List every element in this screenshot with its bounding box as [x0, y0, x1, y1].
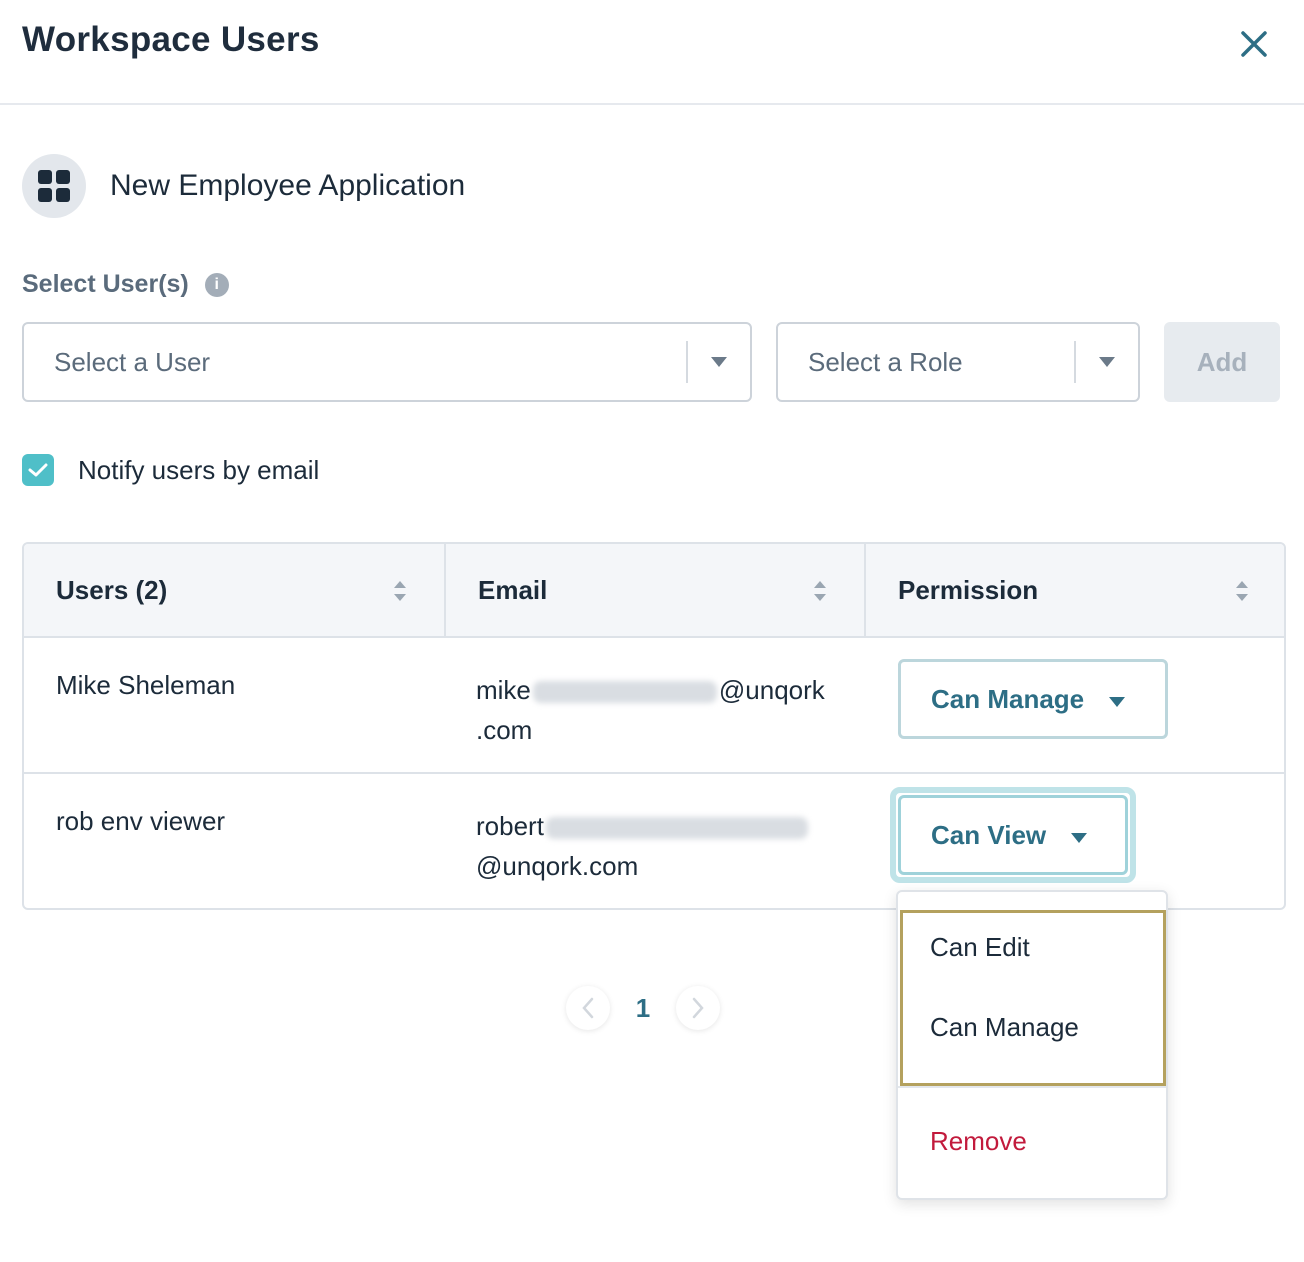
notify-checkbox[interactable]	[22, 454, 54, 486]
permission-menu: Can Edit Can Manage Remove	[896, 890, 1168, 1200]
redacted-text	[532, 681, 717, 704]
chevron-down-icon	[1070, 820, 1088, 851]
column-header-label: Email	[478, 574, 548, 605]
permission-label: Can Manage	[931, 683, 1085, 714]
sort-icon[interactable]	[812, 578, 828, 611]
column-header-permission[interactable]: Permission	[866, 544, 1284, 636]
menu-divider	[898, 1086, 1166, 1088]
chevron-down-icon	[1108, 684, 1126, 715]
chevron-down-icon[interactable]	[1076, 356, 1138, 368]
sort-icon[interactable]	[392, 578, 408, 611]
select-user-placeholder: Select a User	[54, 346, 211, 377]
grid-icon	[22, 154, 86, 218]
table-row: Mike Sheleman mike @unqork .com Can Manag…	[24, 638, 1284, 774]
application-row: New Employee Application	[22, 154, 465, 218]
notify-users-checkbox-row[interactable]: Notify users by email	[22, 454, 319, 486]
chevron-right-icon[interactable]	[676, 986, 720, 1030]
close-icon[interactable]	[1234, 24, 1274, 64]
select-role-dropdown[interactable]: Select a Role	[776, 322, 1140, 402]
user-name: rob env viewer	[56, 806, 226, 836]
chevron-down-icon[interactable]	[688, 356, 750, 368]
email-suffix: @unqork	[718, 675, 825, 705]
email-line2: .com	[476, 715, 533, 745]
select-role-placeholder: Select a Role	[808, 346, 963, 377]
column-header-users[interactable]: Users (2)	[24, 544, 446, 636]
email-prefix: mike	[476, 675, 531, 705]
application-name: New Employee Application	[110, 169, 466, 202]
select-users-label: Select User(s) i	[22, 270, 229, 299]
pagination: 1	[566, 986, 720, 1030]
select-users-label-text: Select User(s)	[22, 270, 189, 298]
sort-icon[interactable]	[1234, 578, 1250, 611]
user-email: robert @unqork.com	[476, 806, 846, 886]
email-prefix: robert	[476, 811, 544, 841]
user-email: mike @unqork .com	[476, 670, 846, 750]
menu-item-can-edit[interactable]: Can Edit	[930, 932, 1030, 963]
permission-label: Can View	[931, 819, 1047, 850]
info-icon[interactable]: i	[204, 272, 229, 297]
permission-dropdown[interactable]: Can Manage	[898, 659, 1168, 739]
column-header-email[interactable]: Email	[446, 544, 866, 636]
users-table: Users (2) Email Permission Mike Sheleman…	[22, 542, 1286, 910]
user-name: Mike Sheleman	[56, 670, 236, 700]
column-header-label: Users (2)	[56, 574, 168, 605]
notify-label: Notify users by email	[78, 454, 320, 485]
modal-title: Workspace Users	[22, 20, 320, 59]
redacted-text	[545, 817, 808, 840]
table-header: Users (2) Email Permission	[24, 544, 1284, 638]
page-number[interactable]: 1	[610, 993, 676, 1024]
permission-dropdown[interactable]: Can View	[898, 795, 1128, 875]
modal-header: Workspace Users	[0, 0, 1304, 105]
column-header-label: Permission	[898, 574, 1039, 605]
add-button[interactable]: Add	[1164, 322, 1280, 402]
chevron-left-icon[interactable]	[566, 986, 610, 1030]
menu-item-can-manage[interactable]: Can Manage	[930, 1012, 1079, 1043]
select-user-dropdown[interactable]: Select a User	[22, 322, 752, 402]
menu-item-remove[interactable]: Remove	[930, 1126, 1027, 1157]
email-line2: @unqork.com	[476, 851, 639, 881]
